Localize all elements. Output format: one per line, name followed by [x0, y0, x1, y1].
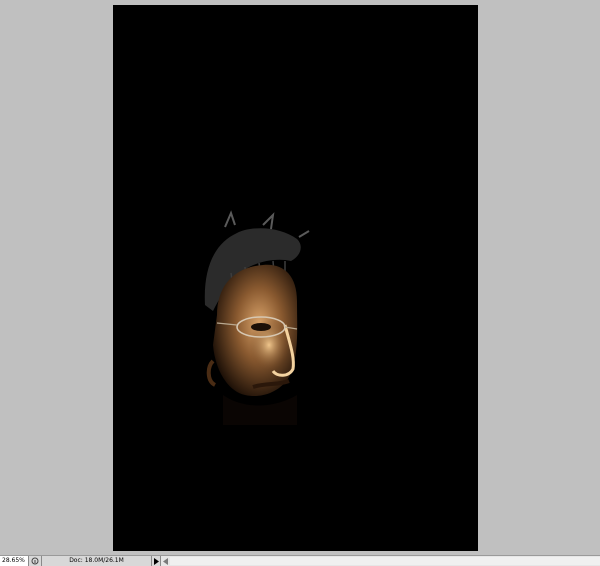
triangle-left-icon [162, 557, 168, 565]
zoom-level[interactable]: 28.65% [0, 556, 29, 566]
info-circle-icon[interactable] [29, 556, 42, 566]
scroll-track[interactable] [170, 557, 600, 565]
triangle-right-icon [154, 557, 159, 565]
horizontal-scrollbar[interactable] [161, 556, 600, 566]
status-bar: 28.65% Doc: 18.0M/26.1M [0, 555, 600, 566]
status-menu-button[interactable] [152, 556, 161, 566]
document-canvas[interactable] [113, 5, 478, 551]
portrait-photo [113, 5, 478, 551]
workspace[interactable] [0, 0, 600, 555]
document-size-info: Doc: 18.0M/26.1M [42, 556, 152, 566]
scroll-left-button[interactable] [161, 556, 170, 566]
photoshop-window: 28.65% Doc: 18.0M/26.1M [0, 0, 600, 566]
